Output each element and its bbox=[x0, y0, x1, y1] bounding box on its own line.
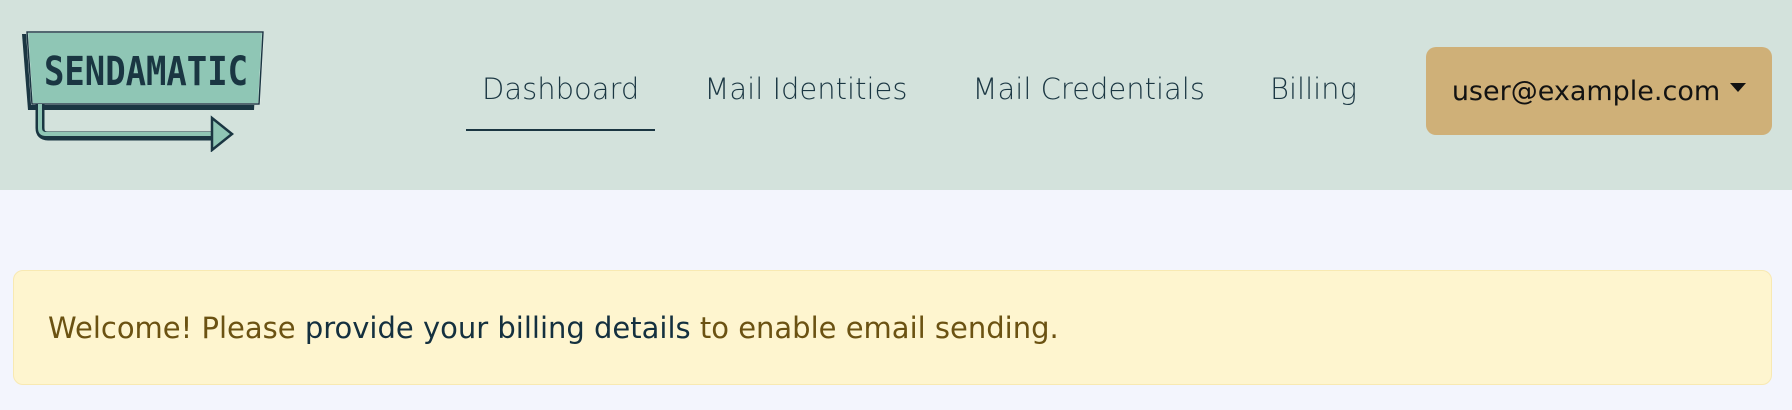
sendamatic-logo-icon: SENDAMATIC bbox=[22, 31, 265, 153]
sendamatic-logo[interactable]: SENDAMATIC bbox=[18, 30, 268, 153]
nav-dashboard[interactable]: Dashboard bbox=[466, 60, 656, 131]
user-email-label: user@example.com bbox=[1451, 75, 1721, 107]
alert-suffix-text: to enable email sending. bbox=[690, 310, 1059, 345]
logo-text: SENDAMATIC bbox=[44, 49, 248, 95]
alert-prefix-text: Welcome! Please bbox=[48, 310, 305, 345]
billing-details-link[interactable]: provide your billing details bbox=[305, 311, 691, 345]
top-navbar: SENDAMATIC Dashboard Mail Identities Mai… bbox=[0, 0, 1792, 190]
main-nav: Dashboard Mail Identities Mail Credentia… bbox=[466, 60, 1373, 132]
user-menu-button[interactable]: user@example.com bbox=[1426, 47, 1772, 135]
nav-mail-identities[interactable]: Mail Identities bbox=[688, 60, 923, 120]
nav-mail-credentials[interactable]: Mail Credentials bbox=[956, 60, 1221, 120]
caret-down-icon bbox=[1730, 82, 1747, 92]
nav-billing[interactable]: Billing bbox=[1254, 60, 1373, 120]
billing-warning-alert: Welcome! Please provide your billing det… bbox=[13, 270, 1772, 385]
